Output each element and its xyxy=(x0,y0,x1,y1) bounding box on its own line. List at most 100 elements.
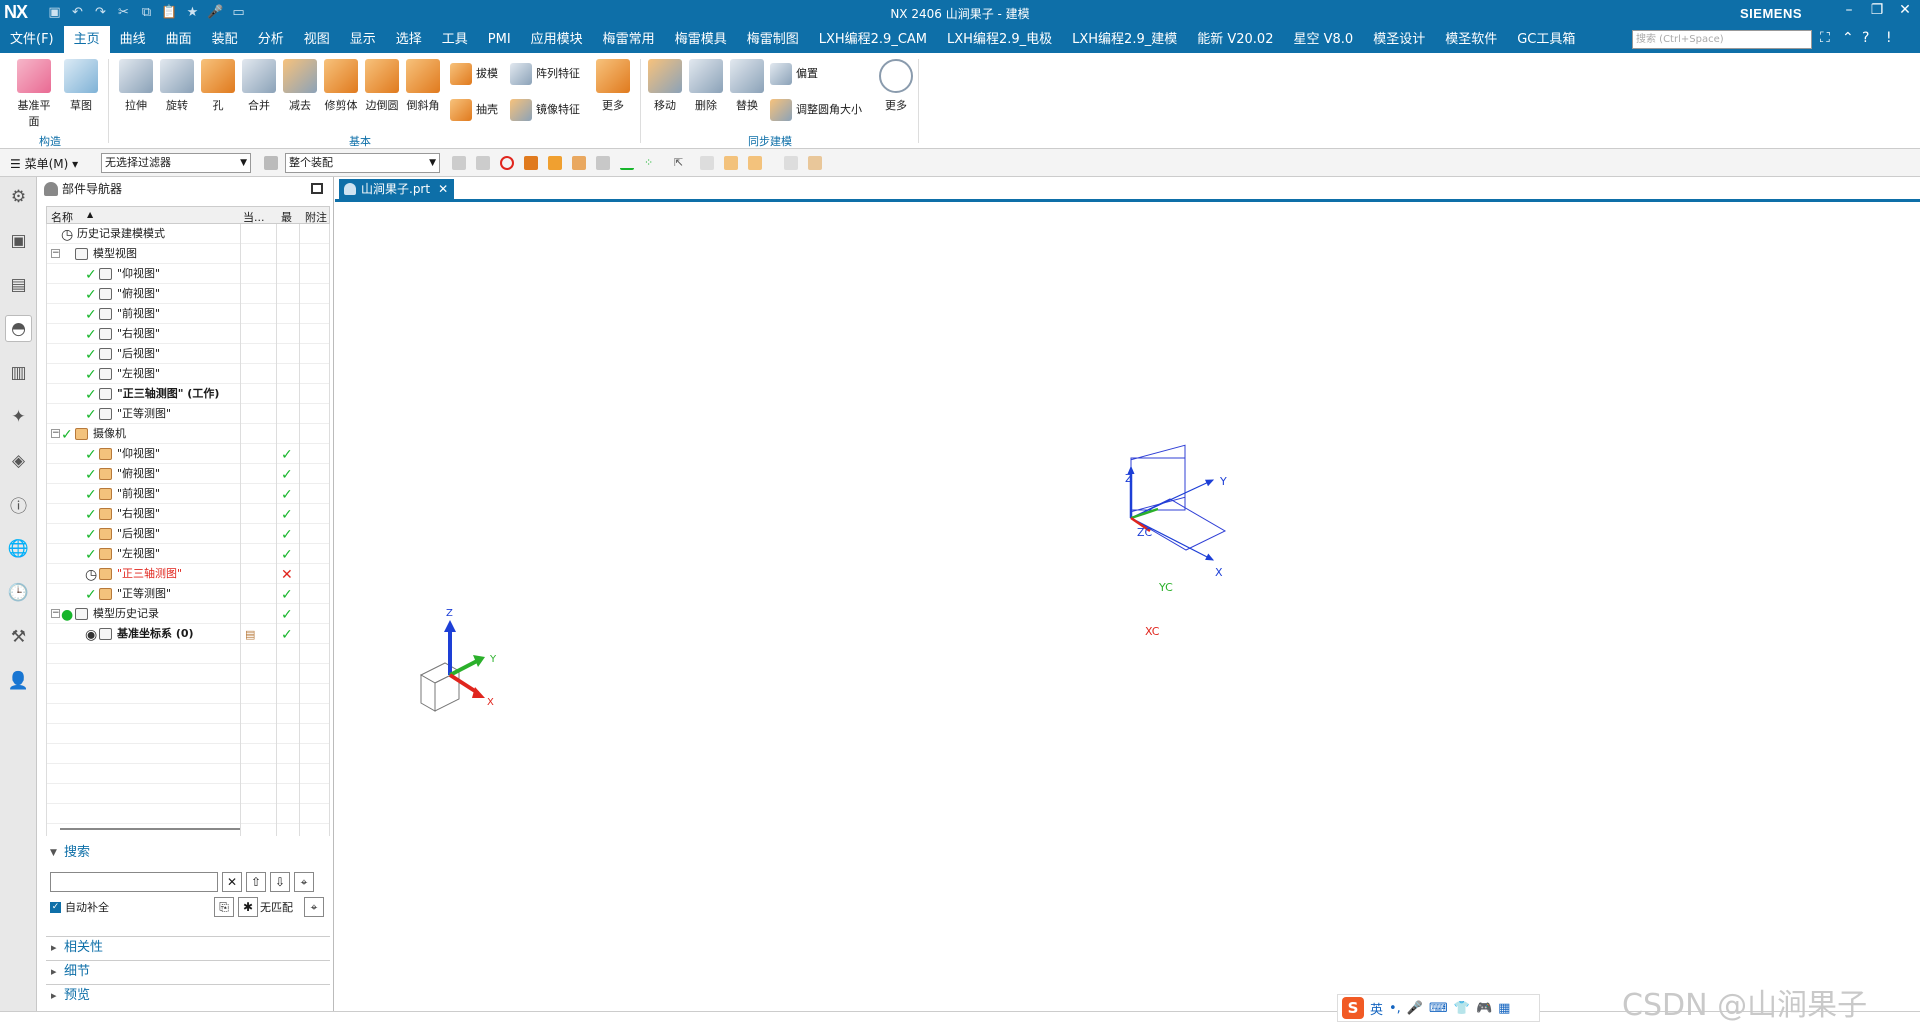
collapse-icon[interactable]: − xyxy=(51,249,60,258)
curve-select-icon[interactable] xyxy=(620,156,634,170)
hole-button[interactable]: 孔 xyxy=(199,59,237,113)
close-tab-icon[interactable]: ✕ xyxy=(438,182,448,196)
skin-icon[interactable]: 👕 xyxy=(1454,1001,1470,1016)
tree-row[interactable]: ✓ "正等测图" ✓ xyxy=(47,584,329,604)
clear-icon[interactable]: ✕ xyxy=(222,872,242,892)
tree-row[interactable]: ✓ "左视图" ✓ xyxy=(47,544,329,564)
part-navigator-icon[interactable]: ◓ xyxy=(5,315,32,342)
snap-icon[interactable] xyxy=(476,156,490,170)
tree-row[interactable]: ✓ "前视图" xyxy=(47,304,329,324)
replace-face-button[interactable]: 替换 xyxy=(728,59,766,113)
tree-row[interactable]: ✓ "正三轴测图" (工作) xyxy=(47,384,329,404)
tree-row[interactable]: ✓ "后视图" xyxy=(47,344,329,364)
menu-item-9[interactable]: PMI xyxy=(478,26,521,53)
menu-item-8[interactable]: 工具 xyxy=(432,26,478,53)
box-icon[interactable] xyxy=(784,156,798,170)
tree-row[interactable]: − 模型视图 xyxy=(47,244,329,264)
locate-icon[interactable]: ⌖ xyxy=(294,872,314,892)
chevron-up-icon[interactable]: ⌃ xyxy=(1842,30,1854,46)
filter-icon[interactable] xyxy=(264,156,278,170)
command-search-input[interactable]: 搜索 (Ctrl+Space) xyxy=(1632,30,1812,49)
tree-row[interactable]: ✓ "仰视图" ✓ xyxy=(47,444,329,464)
column-note[interactable]: 附注 xyxy=(305,209,327,225)
tree-row[interactable]: ✓ "俯视图" ✓ xyxy=(47,464,329,484)
tree-row[interactable]: − ● 模型历史记录 ✓ xyxy=(47,604,329,624)
menu-item-18[interactable]: 星空 V8.0 xyxy=(1283,26,1363,53)
menu-item-21[interactable]: GC工具箱 xyxy=(1507,26,1585,53)
offset-region-button[interactable]: 偏置 xyxy=(770,61,818,87)
box-icon[interactable] xyxy=(808,156,822,170)
move-face-button[interactable]: 移动 xyxy=(646,59,684,113)
tree-row[interactable]: ✓ "正等测图" xyxy=(47,404,329,424)
column-current[interactable]: 当... xyxy=(243,209,265,225)
system-materials-icon[interactable]: ⚒ xyxy=(5,623,32,650)
subtract-button[interactable]: 减去 xyxy=(281,59,319,113)
menu-item-5[interactable]: 视图 xyxy=(294,26,340,53)
sketch-button[interactable]: 草图 xyxy=(62,59,100,113)
restore-icon[interactable]: ❐ xyxy=(1868,2,1886,18)
constraint-navigator-icon[interactable]: ▤ xyxy=(5,271,32,298)
tree-row[interactable]: ◷ "正三轴测图" ✕ xyxy=(47,564,329,584)
face-select-icon[interactable] xyxy=(548,156,562,170)
snap-point-icon[interactable] xyxy=(700,156,714,170)
menu-item-17[interactable]: 能新 V20.02 xyxy=(1187,26,1283,53)
column-latest[interactable]: 最 xyxy=(281,209,292,225)
graphics-canvas[interactable]: Z Y X ZC YC XC Z Y X xyxy=(335,205,1920,1011)
eye-icon[interactable]: ◉ xyxy=(85,625,97,645)
tree-row[interactable]: ✓ "前视图" ✓ xyxy=(47,484,329,504)
gamepad-icon[interactable]: 🎮 xyxy=(1476,1001,1492,1016)
menu-item-12[interactable]: 梅雷模具 xyxy=(665,26,737,53)
horizontal-scrollbar[interactable] xyxy=(60,828,240,830)
shell-button[interactable]: 抽壳 xyxy=(450,97,498,123)
menu-item-6[interactable]: 显示 xyxy=(340,26,386,53)
component-select-icon[interactable] xyxy=(596,156,610,170)
snap-icon[interactable] xyxy=(452,156,466,170)
menu-item-15[interactable]: LXH编程2.9_电极 xyxy=(937,26,1062,53)
draft-button[interactable]: 拔模 xyxy=(450,61,498,87)
arrow-down-icon[interactable]: ⇩ xyxy=(270,872,290,892)
tree-row[interactable]: ✓ "仰视图" xyxy=(47,264,329,284)
microphone-icon[interactable]: 🎤 xyxy=(1407,1001,1423,1016)
menu-item-20[interactable]: 模圣软件 xyxy=(1435,26,1507,53)
tree-row[interactable]: ✓ "俯视图" xyxy=(47,284,329,304)
tree-row[interactable]: ✓ "右视图" xyxy=(47,324,329,344)
arrow-up-icon[interactable]: ⇧ xyxy=(246,872,266,892)
file-menu[interactable]: 文件(F) xyxy=(0,26,64,53)
view-triad[interactable]: Z Y X xyxy=(419,608,497,712)
menu-item-3[interactable]: 装配 xyxy=(202,26,248,53)
tree-row[interactable]: ◉ 基准坐标系 (0) ▤ ✓ xyxy=(47,624,329,645)
sogou-logo-icon[interactable]: S xyxy=(1342,997,1364,1019)
menu-item-1[interactable]: 曲线 xyxy=(110,26,156,53)
menu-item-7[interactable]: 选择 xyxy=(386,26,432,53)
menu-item-13[interactable]: 梅雷制图 xyxy=(737,26,809,53)
hd3d-icon[interactable]: ✦ xyxy=(5,403,32,430)
point-select-icon[interactable]: ⁘ xyxy=(644,156,658,170)
search-option-icon[interactable]: ⎘ xyxy=(214,897,234,917)
graphics-window[interactable]: Z Y X ZC YC XC Z Y X xyxy=(335,205,1920,1011)
column-name[interactable]: 名称 xyxy=(51,209,73,225)
point-dialog-icon[interactable] xyxy=(748,156,762,170)
datum-plane-button[interactable]: 基准平面 xyxy=(14,59,54,129)
help-icon[interactable]: ? xyxy=(1862,30,1869,46)
cursor-icon[interactable]: ⇱ xyxy=(674,156,688,170)
menu-item-2[interactable]: 曲面 xyxy=(156,26,202,53)
tree-row[interactable]: − ✓ 摄像机 xyxy=(47,424,329,444)
tree-row[interactable]: ✓ "右视图" ✓ xyxy=(47,504,329,524)
basic-more-button[interactable]: 更多 xyxy=(594,59,632,113)
auto-complete-checkbox[interactable]: ✓ 自动补全 xyxy=(50,899,109,915)
dependencies-section[interactable]: 相关性 xyxy=(46,936,330,959)
trim-body-button[interactable]: 修剪体 xyxy=(322,59,360,113)
search-section-header[interactable]: 搜索 xyxy=(46,842,330,864)
punctuation-icon[interactable]: •, xyxy=(1389,1001,1401,1016)
info-icon[interactable]: ⓘ xyxy=(5,491,32,518)
alert-icon[interactable]: ! xyxy=(1886,30,1892,46)
minimize-icon[interactable]: – xyxy=(1840,2,1858,18)
datum-csys[interactable]: Z Y X ZC YC XC xyxy=(1125,444,1227,638)
close-icon[interactable]: ✕ xyxy=(1896,2,1914,18)
preview-section[interactable]: 预览 xyxy=(46,984,330,1007)
document-tab[interactable]: 山涧果子.prt ✕ xyxy=(339,179,455,200)
menu-item-16[interactable]: LXH编程2.9_建模 xyxy=(1062,26,1187,53)
chamfer-button[interactable]: 倒斜角 xyxy=(404,59,442,113)
fullscreen-icon[interactable]: ⛶ xyxy=(1820,30,1830,46)
globe-icon[interactable]: 🌐 xyxy=(5,535,32,562)
